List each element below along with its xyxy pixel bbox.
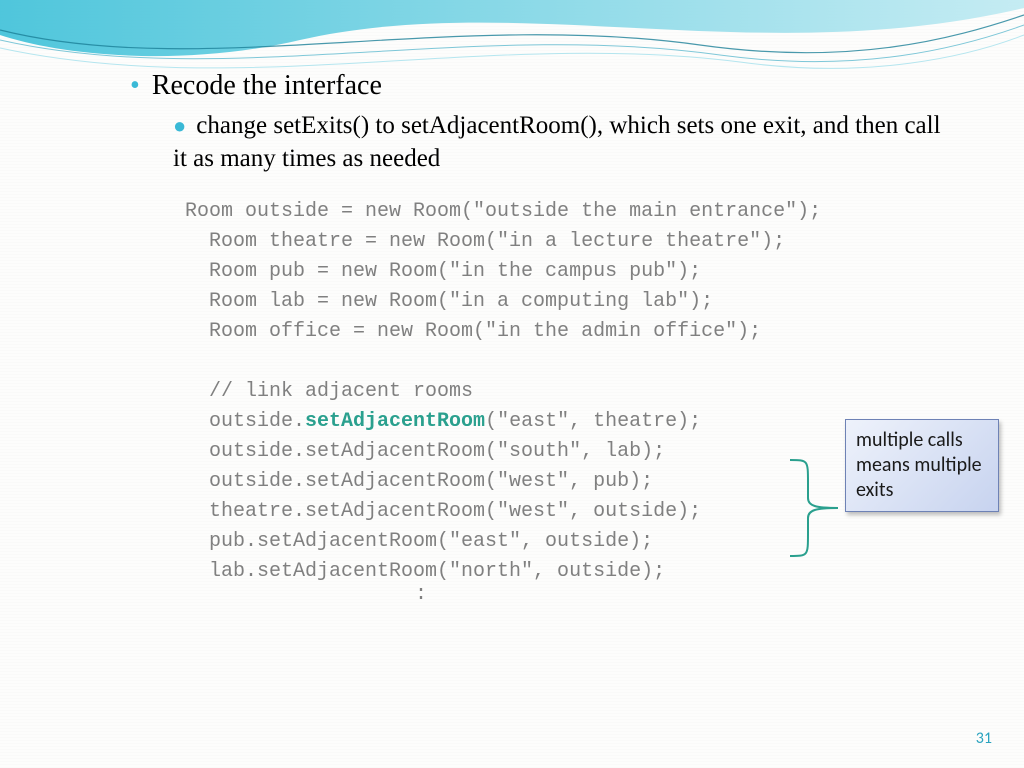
- code-line: pub.setAdjacentRoom("east", outside);: [185, 530, 653, 553]
- code-line: Room office = new Room("in the admin off…: [185, 320, 761, 343]
- slide-content: • Recode the interface ●change setExits()…: [0, 70, 1024, 606]
- bullet-level2: ●change setExits() to setAdjacentRoom(),…: [173, 110, 943, 175]
- code-line: Room theatre = new Room("in a lecture th…: [185, 230, 785, 253]
- code-block: Room outside = new Room("outside the mai…: [185, 197, 1024, 587]
- callout-bracket-icon: [788, 458, 843, 558]
- code-highlight: setAdjacentRoom: [305, 410, 485, 433]
- code-line: Room outside = new Room("outside the mai…: [185, 200, 821, 223]
- code-line: lab.setAdjacentRoom("north", outside);: [185, 560, 665, 583]
- bullet-disc-icon: ●: [173, 113, 186, 138]
- code-line: Room pub = new Room("in the campus pub")…: [185, 260, 701, 283]
- page-number: 31: [976, 729, 992, 748]
- code-line: Room lab = new Room("in a computing lab"…: [185, 290, 713, 313]
- code-line-suffix: ("east", theatre);: [485, 410, 701, 433]
- callout-text: multiple calls means multiple exits: [856, 428, 982, 502]
- bullet-level1-text: Recode the interface: [152, 70, 382, 101]
- bullet-level2-text: change setExits() to setAdjacentRoom(), …: [173, 112, 941, 172]
- code-line: theatre.setAdjacentRoom("west", outside)…: [185, 500, 701, 523]
- bullet-disc-icon: •: [130, 70, 140, 101]
- callout-box: multiple calls means multiple exits: [845, 419, 999, 512]
- code-line: outside.setAdjacentRoom("south", lab);: [185, 440, 665, 463]
- code-line-prefix: outside.: [185, 410, 305, 433]
- bullet-level1: • Recode the interface: [130, 70, 1024, 102]
- code-line: outside.setAdjacentRoom("west", pub);: [185, 470, 653, 493]
- code-line: // link adjacent rooms: [185, 380, 473, 403]
